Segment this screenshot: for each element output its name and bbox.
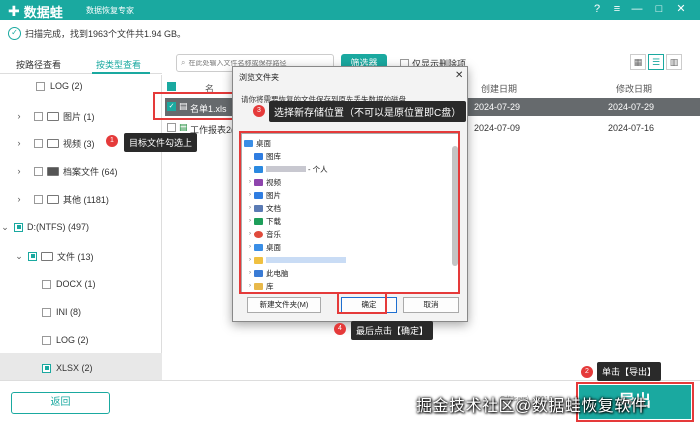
plus-logo-icon: ✚ (8, 3, 20, 19)
tree-item-label: 其他 (1181) (63, 194, 109, 205)
tree-item-label: 档案文件 (64) (63, 166, 118, 177)
archive-icon (47, 166, 59, 176)
tree-item-checkbox[interactable] (34, 194, 43, 204)
watermark-text: 掘金技术社区@数据蛙恢复软件 (416, 398, 648, 415)
chevron-right-icon[interactable]: › (14, 111, 24, 121)
tree-item-label: LOG (2) (56, 335, 89, 345)
tree-item-label: 图片 (1) (63, 111, 95, 122)
chevron-down-icon[interactable]: ⌄ (14, 251, 24, 262)
ok-button-highlight (337, 292, 387, 314)
tree-item[interactable]: INI (8) (0, 297, 162, 327)
step-3-callout: 选择新存储位置（不可以是原位置即C盘） (269, 101, 467, 122)
column-created[interactable]: 创建日期 (481, 82, 517, 95)
step-4-badge: 4 (334, 323, 346, 335)
dialog-title: 浏览文件夹 (239, 73, 279, 82)
menu-icon[interactable]: ≡ (610, 2, 624, 16)
tree-item-checkbox[interactable] (34, 138, 43, 148)
tree-item[interactable]: › 档案文件 (64) (0, 156, 162, 186)
modified-date: 2024-07-29 (608, 102, 655, 112)
select-all-checkbox[interactable] (167, 82, 176, 91)
spreadsheet-icon: ▤ (179, 122, 188, 132)
step-4-callout: 最后点击【确定】 (351, 321, 434, 340)
tree-item[interactable]: LOG (2) (0, 71, 162, 101)
tree-item-checkbox[interactable] (14, 222, 23, 232)
chevron-down-icon[interactable]: ⌄ (0, 222, 10, 233)
tree-item-checkbox[interactable] (42, 307, 51, 317)
tree-item-label: LOG (2) (50, 81, 83, 91)
step-3-badge: 3 (253, 105, 265, 117)
row-checkbox[interactable] (167, 123, 176, 132)
image-icon (47, 111, 59, 121)
scan-status-text: 扫描完成，找到1963个文件共1.94 GB。 (25, 28, 187, 39)
step-2-callout: 单击【导出】 (597, 362, 662, 381)
tree-item-checkbox[interactable] (34, 166, 43, 176)
step-1-callout: 目标文件勾选上 (124, 133, 198, 152)
maximize-icon[interactable]: □ (652, 2, 666, 16)
tree-item-label: XLSX (2) (56, 363, 93, 373)
tree-item-checkbox[interactable] (28, 251, 37, 261)
created-date: 2024-07-09 (474, 123, 521, 133)
search-icon: ⌕ (181, 58, 186, 67)
folder-icon (41, 251, 53, 261)
help-icon[interactable]: ? (590, 2, 604, 16)
tab-by-path[interactable]: 按路径查看 (16, 58, 61, 71)
tree-item[interactable]: LOG (2) (0, 325, 162, 355)
video-icon (47, 138, 59, 148)
tree-item-label: DOCX (1) (56, 279, 96, 289)
folder-tree-highlight (239, 131, 460, 294)
tree-item-checkbox[interactable] (42, 335, 51, 345)
tree-item-checkbox[interactable] (42, 363, 51, 373)
tree-item[interactable]: DOCX (1) (0, 269, 162, 299)
target-file-highlight (153, 92, 235, 120)
tree-item-checkbox[interactable] (34, 111, 43, 121)
list-view-icon[interactable]: ☰ (648, 54, 664, 70)
app-logo: ✚ 数据蛙 (8, 2, 63, 21)
dialog-close-icon[interactable]: ✕ (455, 70, 463, 81)
chevron-right-icon[interactable]: › (14, 138, 24, 148)
detail-view-icon[interactable]: ▥ (666, 54, 682, 70)
title-bar: ✚ 数据蛙 数据恢复专家 ? ≡ — □ ✕ (0, 0, 700, 20)
tree-item-label: 视频 (3) (63, 138, 95, 149)
tree-item[interactable]: › 其他 (1181) (0, 184, 162, 214)
check-circle-icon: ✓ (8, 26, 21, 40)
chevron-right-icon[interactable]: › (14, 194, 24, 204)
view-mode-switcher: ▦ ☰ ▥ (630, 54, 682, 70)
tree-item[interactable]: › 图片 (1) (0, 101, 162, 131)
back-button[interactable]: 返回 (11, 392, 110, 414)
tree-item-label: 文件 (13) (57, 251, 94, 262)
modified-date: 2024-07-16 (608, 123, 655, 133)
app-subtitle: 数据恢复专家 (86, 6, 134, 15)
created-date: 2024-07-29 (474, 102, 521, 112)
app-name: 数据蛙 (23, 5, 63, 20)
tree-item-selected[interactable]: XLSX (2) (0, 353, 162, 383)
chevron-right-icon[interactable]: › (14, 166, 24, 176)
tree-item-label: D:(NTFS) (497) (27, 222, 90, 232)
tree-item-label: INI (8) (56, 307, 82, 317)
cancel-button[interactable]: 取消 (403, 297, 459, 313)
step-2-badge: 2 (581, 366, 593, 378)
close-icon[interactable]: ✕ (674, 2, 688, 16)
folder-icon (47, 194, 59, 204)
tree-item-drive[interactable]: ⌄ D:(NTFS) (497) (0, 212, 162, 242)
column-modified[interactable]: 修改日期 (616, 82, 652, 95)
tree-item[interactable]: ⌄ 文件 (13) (0, 241, 162, 271)
minimize-icon[interactable]: — (630, 2, 644, 16)
tree-item-checkbox[interactable] (36, 81, 45, 91)
tab-by-type[interactable]: 按类型查看 (96, 58, 141, 71)
scan-status: ✓ 扫描完成，找到1963个文件共1.94 GB。 (8, 24, 186, 42)
tree-item-checkbox[interactable] (42, 279, 51, 289)
file-type-tree: LOG (2) › 图片 (1) › 视频 (3) › 档案文件 (64) › … (0, 75, 162, 383)
step-1-badge: 1 (106, 135, 118, 147)
grid-view-icon[interactable]: ▦ (630, 54, 646, 70)
new-folder-button[interactable]: 新建文件夹(M) (247, 297, 321, 313)
